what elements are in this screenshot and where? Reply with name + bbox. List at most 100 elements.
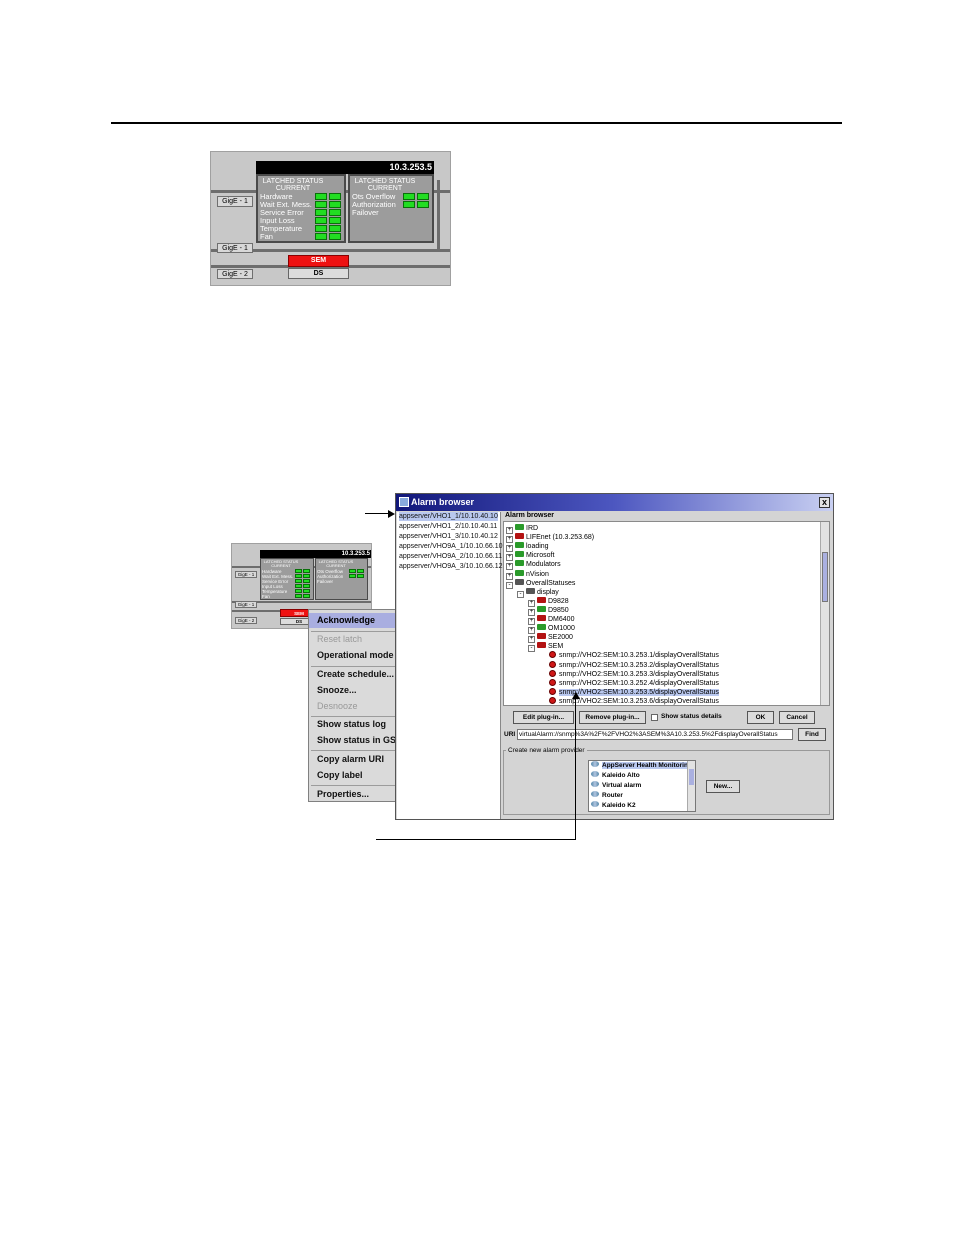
alarm-tree: + IRD + LIFEnet (10.3.253.68) + loading + Micro… <box>503 521 830 706</box>
uri-input[interactable]: virtualAlarm://snmp%3A%2F%2FVHO2%3ASEM%3… <box>517 729 793 740</box>
close-button[interactable]: x <box>819 497 830 508</box>
provider-item[interactable]: AppServer Health Monitoring <box>591 761 692 771</box>
show-status-details-checkbox[interactable] <box>651 714 658 721</box>
alarm-tree-folder[interactable]: + loading <box>506 542 549 553</box>
window-titlebar[interactable]: Alarm browser x <box>396 494 833 511</box>
find-button[interactable]: Find <box>798 728 826 741</box>
alarm-tree-folder[interactable]: + nVision <box>506 569 549 580</box>
provider-item[interactable]: Kaleido K2 <box>591 801 636 811</box>
alarm-tree-leaf[interactable]: snmp://VHO2:SEM:10.3.252.4/displayOveral… <box>549 678 719 688</box>
status-led <box>315 233 327 240</box>
status-led <box>303 589 310 593</box>
latched-status-box-right: LATCHED STATUS CURRENT Ots Overflow Autho… <box>315 558 368 600</box>
alarm-tree-folder[interactable]: + DM6400 <box>528 615 574 625</box>
provider-icon <box>591 791 599 797</box>
alarm-tree-folder[interactable]: + OM1000 <box>528 624 575 635</box>
tree-node-label: snmp://VHO2:SEM:10.3.253.2/displayOveral… <box>559 661 719 669</box>
device-ip-title: 10.3.253.5 <box>260 550 371 558</box>
provider-item[interactable]: Kaleido Alto <box>591 771 640 781</box>
status-led <box>357 574 364 578</box>
alarm-tree-folder[interactable]: + D9850 <box>528 605 569 616</box>
alarm-tree-folder[interactable]: + Modulators <box>506 560 561 571</box>
tree-node-label: SE2000 <box>548 634 573 642</box>
collapse-icon[interactable]: - <box>506 581 513 589</box>
status-led <box>303 594 310 598</box>
provider-label: AppServer Health Monitoring <box>602 762 692 769</box>
provider-list: AppServer Health Monitoring Kaleido Alto… <box>588 760 696 812</box>
alarm-tree-folder[interactable]: + Microsoft <box>506 551 555 562</box>
provider-scrollbar[interactable] <box>687 761 695 811</box>
alarm-tree-leaf[interactable]: snmp://VHO2:SEM:10.3.253.2/displayOveral… <box>549 660 719 670</box>
status-led <box>295 594 302 598</box>
alarm-tree-leaf[interactable]: snmp://VHO2:SEM:10.3.253.3/displayOveral… <box>549 669 719 679</box>
status-led <box>329 193 341 200</box>
status-header: LATCHED STATUS CURRENT <box>263 559 299 568</box>
tree-node-label: Microsoft <box>526 552 555 560</box>
provider-label: Router <box>602 792 623 799</box>
alarm-tree-folder[interactable]: + SE2000 <box>528 633 573 644</box>
status-led <box>349 574 356 578</box>
edit-plugin-button[interactable]: Edit plug-in... <box>513 711 574 724</box>
remove-plugin-button[interactable]: Remove plug-in... <box>579 711 646 724</box>
provider-label: Kaleido K2 <box>602 802 636 809</box>
window-title: Alarm browser <box>411 497 475 507</box>
alarm-tree-folder[interactable]: + IRD <box>506 524 539 534</box>
status-led <box>329 209 341 216</box>
status-led <box>315 217 327 224</box>
callout-arrow-icon <box>572 692 580 699</box>
tree-node-label: OverallStatuses <box>526 579 576 587</box>
folder-icon <box>526 587 535 594</box>
latched-status-box-left: LATCHED STATUS CURRENT Hardware Wait Ext.… <box>260 558 314 600</box>
status-led <box>315 225 327 232</box>
server-item[interactable]: appserver/VHO9A_3/10.10.66.12 <box>399 562 503 571</box>
new-provider-button[interactable]: New... <box>706 780 740 793</box>
device-ip-title: 10.3.253.5 <box>256 161 434 174</box>
connector-line <box>437 180 440 251</box>
provider-label: Virtual alarm <box>602 782 642 789</box>
sem-alarm-button[interactable]: SEM <box>288 255 349 267</box>
provider-item[interactable]: Virtual alarm <box>591 781 641 791</box>
status-led <box>349 569 356 573</box>
ok-button[interactable]: OK <box>747 711 774 724</box>
status-row-label: Failover <box>317 579 334 584</box>
provider-icon <box>591 781 599 787</box>
tree-node-label: LIFEnet (10.3.253.68) <box>526 534 595 542</box>
alarm-tree-folder[interactable]: - display <box>517 587 559 598</box>
provider-icon <box>591 761 599 767</box>
status-led <box>329 201 341 208</box>
tree-node-label: IRD <box>526 525 539 532</box>
server-item[interactable]: appserver/VHO1_1/10.10.40.10 <box>399 512 498 521</box>
provider-item[interactable]: Router <box>591 791 623 801</box>
alarm-tree-folder[interactable]: + D9828 <box>528 596 569 607</box>
server-item[interactable]: appserver/VHO9A_1/10.10.66.10 <box>399 542 503 551</box>
alarm-status-icon <box>549 651 556 659</box>
alarm-tree-folder[interactable]: + LIFEnet (10.3.253.68) <box>506 533 595 544</box>
callout-arrow-icon <box>388 510 395 518</box>
folder-icon <box>515 524 524 530</box>
scrollbar-thumb[interactable] <box>822 552 828 602</box>
cancel-button[interactable]: Cancel <box>779 711 815 724</box>
collapse-icon[interactable]: - <box>528 645 535 653</box>
status-led <box>329 217 341 224</box>
alarm-tree-leaf[interactable]: snmp://VHO2:SEM:10.3.253.1/displayOveral… <box>549 651 719 660</box>
tree-node-label: OM1000 <box>548 625 575 633</box>
server-item[interactable]: appserver/VHO1_3/10.10.40.12 <box>399 532 498 541</box>
scrollbar-thumb[interactable] <box>689 769 694 785</box>
status-led <box>303 579 310 583</box>
alarm-tree-folder[interactable]: - OverallStatuses <box>506 578 576 589</box>
callout-line <box>575 697 576 840</box>
status-row-label: Failover <box>352 208 379 217</box>
server-item[interactable]: appserver/VHO1_2/10.10.40.11 <box>399 522 497 531</box>
tree-scrollbar[interactable] <box>820 522 829 705</box>
sem-subtitle: DS <box>288 268 349 279</box>
gige-1-tag: GigE - 1 <box>235 601 257 608</box>
alarm-status-icon <box>549 687 556 695</box>
folder-icon <box>515 578 524 585</box>
status-led <box>303 574 310 578</box>
status-header: LATCHED STATUS CURRENT <box>354 178 416 192</box>
collapse-icon[interactable]: - <box>517 590 524 598</box>
server-item[interactable]: appserver/VHO9A_2/10.10.66.11 <box>399 552 502 561</box>
alarm-tree-folder[interactable]: - SEM <box>528 642 563 653</box>
folder-icon <box>515 551 524 558</box>
tree-node-label: snmp://VHO2:SEM:10.3.253.1/displayOveral… <box>559 652 719 660</box>
